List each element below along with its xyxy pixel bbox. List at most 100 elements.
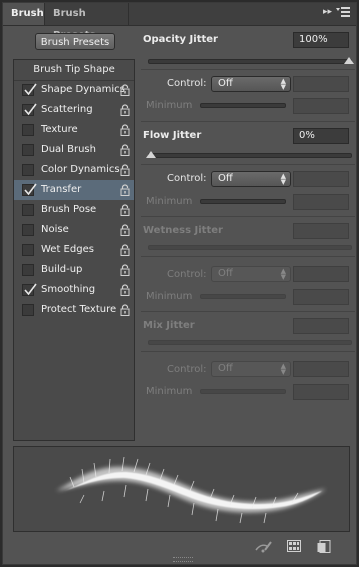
tab-brush-presets[interactable]: Brush Presets (45, 3, 129, 41)
list-item-label: Scattering (41, 104, 93, 115)
lock-icon[interactable] (120, 84, 130, 96)
list-item[interactable]: Smoothing (14, 280, 134, 300)
lock-icon[interactable] (120, 164, 130, 176)
lock-icon[interactable] (120, 264, 130, 276)
list-item-label: Noise (41, 224, 69, 235)
list-item-label: Shape Dynamics (41, 84, 125, 95)
mix-control-select: Off ▲ ▼ (211, 361, 291, 377)
wetness-minimum-field (293, 289, 349, 305)
list-item[interactable]: Scattering (14, 100, 134, 120)
lock-icon[interactable] (120, 204, 130, 216)
grid-view-icon[interactable] (287, 540, 303, 554)
list-item-label: Protect Texture (41, 304, 117, 315)
flow-jitter-field[interactable]: 0% (293, 128, 349, 144)
wetness-jitter-field (293, 223, 349, 239)
checkbox[interactable] (22, 124, 34, 136)
wetness-control-field (293, 266, 349, 282)
mix-jitter-title: Mix Jitter (143, 320, 195, 331)
flow-control-value: Off (218, 173, 233, 184)
checkbox[interactable] (22, 183, 37, 196)
checkbox[interactable] (22, 204, 34, 216)
lock-icon[interactable] (120, 284, 130, 296)
mix-control-field (293, 361, 349, 377)
list-item-label: Build-up (41, 264, 83, 275)
flow-minimum-label: Minimum (146, 196, 193, 207)
divider (141, 121, 355, 122)
list-item[interactable]: Build-up (14, 260, 134, 280)
opacity-control-label: Control: (167, 78, 207, 89)
list-item-label: Transfer (41, 184, 82, 195)
wetness-jitter-title: Wetness Jitter (143, 225, 223, 236)
resize-grip[interactable] (173, 557, 193, 562)
checkbox[interactable] (22, 103, 37, 116)
mix-control-label: Control: (167, 364, 207, 375)
list-item-label: Dual Brush (41, 144, 96, 155)
select-arrows-icon: ▲ ▼ (280, 77, 286, 91)
opacity-jitter-title: Opacity Jitter (143, 34, 218, 45)
flow-control-select[interactable]: Off ▲ ▼ (211, 171, 291, 187)
opacity-minimum-label: Minimum (146, 100, 193, 111)
select-arrows-icon: ▲ ▼ (280, 362, 286, 376)
list-item[interactable]: Shape Dynamics (14, 80, 134, 100)
list-item[interactable]: Dual Brush (14, 140, 134, 160)
wetness-minimum-slider (200, 294, 286, 299)
checkbox[interactable] (22, 164, 34, 176)
divider (141, 351, 355, 352)
list-item[interactable]: Noise (14, 220, 134, 240)
checkbox[interactable] (22, 304, 34, 316)
lock-icon[interactable] (120, 224, 130, 236)
panel-menu-icon[interactable] (336, 6, 350, 21)
list-item-label: Brush Pose (41, 204, 97, 215)
opacity-jitter-slider-thumb[interactable] (344, 57, 354, 64)
brush-tip-shape-item[interactable]: Brush Tip Shape (14, 60, 134, 81)
divider (141, 216, 355, 217)
brush-stroke-image (56, 456, 326, 524)
mix-jitter-field (293, 318, 349, 334)
lock-icon[interactable] (120, 124, 130, 136)
divider (141, 311, 355, 312)
new-preset-icon[interactable] (317, 540, 333, 554)
tab-bar: Brush Brush Presets ▸▸ (3, 3, 356, 41)
opacity-control-select[interactable]: Off ▲ ▼ (211, 76, 291, 92)
checkbox[interactable] (22, 264, 34, 276)
list-item[interactable]: Transfer (14, 180, 134, 200)
checkbox[interactable] (22, 244, 34, 256)
list-item[interactable]: Wet Edges (14, 240, 134, 260)
double-chevron-right-icon[interactable]: ▸▸ (323, 7, 332, 17)
select-arrows-icon: ▲ ▼ (280, 172, 286, 186)
tab-brush[interactable]: Brush (3, 3, 45, 25)
lock-icon[interactable] (120, 104, 130, 116)
checkbox[interactable] (22, 83, 37, 96)
wetness-control-label: Control: (167, 269, 207, 280)
opacity-minimum-slider[interactable] (200, 103, 286, 108)
lock-icon[interactable] (120, 144, 130, 156)
list-item[interactable]: Brush Pose (14, 200, 134, 220)
checkbox[interactable] (22, 283, 37, 296)
mix-minimum-field (293, 384, 349, 400)
opacity-minimum-field (293, 98, 349, 114)
wetness-jitter-slider (148, 245, 352, 250)
wetness-control-value: Off (218, 268, 233, 279)
brush-presets-button[interactable]: Brush Presets (35, 33, 115, 50)
list-item[interactable]: Texture (14, 120, 134, 140)
opacity-jitter-field[interactable]: 100% (293, 32, 349, 48)
flow-control-label: Control: (167, 173, 207, 184)
wetness-minimum-label: Minimum (146, 291, 193, 302)
flow-jitter-slider[interactable] (146, 151, 352, 158)
lock-icon[interactable] (120, 244, 130, 256)
checkbox[interactable] (22, 144, 34, 156)
list-item[interactable]: Color Dynamics (14, 160, 134, 180)
flow-minimum-field (293, 194, 349, 210)
flow-control-field (293, 171, 349, 187)
lock-icon[interactable] (120, 184, 130, 196)
opacity-jitter-slider[interactable] (148, 57, 354, 64)
list-item[interactable]: Protect Texture (14, 300, 134, 320)
toggle-live-tip-icon[interactable] (255, 540, 272, 554)
mix-minimum-label: Minimum (146, 386, 193, 397)
opacity-control-field (293, 76, 349, 92)
wetness-control-select: Off ▲ ▼ (211, 266, 291, 282)
flow-jitter-slider-thumb[interactable] (146, 151, 156, 158)
lock-icon[interactable] (120, 304, 130, 316)
checkbox[interactable] (22, 224, 34, 236)
flow-minimum-slider[interactable] (200, 199, 286, 204)
